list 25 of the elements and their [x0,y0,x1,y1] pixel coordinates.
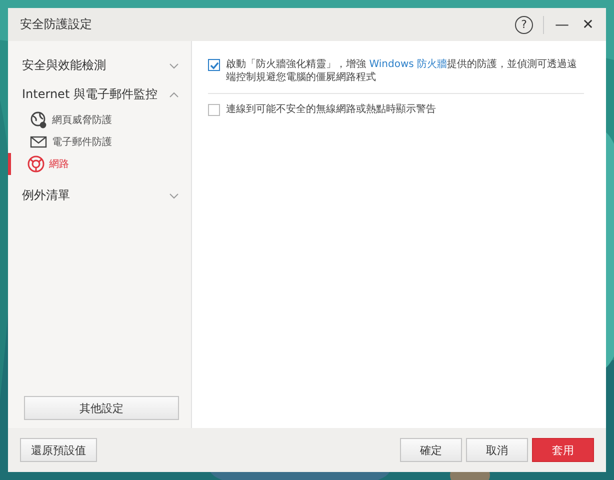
restore-defaults-button[interactable]: 還原預設值 [20,438,97,462]
sidebar-group[interactable]: Internet 與電子郵件監控 [8,80,191,109]
sidebar-item[interactable]: 電子郵件防護 [8,131,191,153]
dialog-button[interactable]: 套用 [532,438,594,462]
dialog-button[interactable]: 確定 [400,438,462,462]
firewall-link[interactable]: Windows 防火牆 [369,59,448,70]
sidebar-group[interactable]: 安全與效能檢測 [8,51,191,80]
option-label: 啟動「防火牆強化精靈」，增強 Windows 防火牆提供的防護，並偵測可透過遠端控制規避您電腦的僵屍網路程式 [226,58,578,84]
window-title: 安全防護設定 [20,16,93,33]
chevron-icon [169,62,179,68]
dialog-button[interactable]: 取消 [466,438,528,462]
other-settings-button[interactable]: 其他設定 [24,396,179,420]
checkbox[interactable] [208,104,220,116]
option-label: 連線到可能不安全的無線網路或熱點時顯示警告 [226,103,436,116]
globe-icon [30,111,48,129]
sidebar-group[interactable]: 例外清單 [8,181,191,210]
sidebar-item[interactable]: 網頁威脅防護 [8,109,191,131]
minimize-button[interactable]: — [554,16,570,32]
target-icon [27,155,45,173]
chevron-icon [169,92,179,98]
sidebar-item[interactable]: 網路 [8,153,191,175]
help-button[interactable]: ? [515,16,533,34]
close-button[interactable]: ✕ [580,16,596,32]
checkbox[interactable] [208,59,220,71]
chevron-icon [169,192,179,198]
